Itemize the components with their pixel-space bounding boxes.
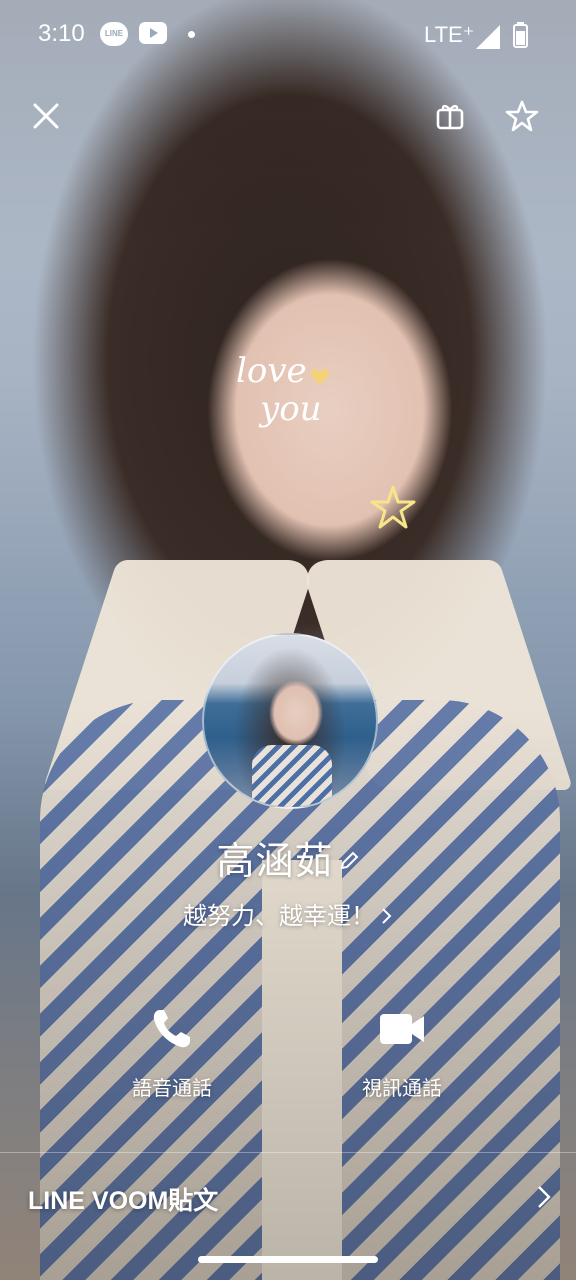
signal-icon [476,25,500,49]
chevron-right-icon [382,908,392,924]
line-voom-label: LINE VOOM貼文 [28,1187,219,1215]
voice-call-label: 語音通話 [132,1076,212,1100]
line-app-icon: LINE [100,22,128,46]
battery-icon [513,22,528,48]
profile-name-row: 高涵茹 [0,830,576,885]
avatar-photo-detail [252,745,332,807]
close-button[interactable] [26,96,66,136]
close-icon [33,103,59,129]
star-icon [505,100,539,132]
pencil-icon[interactable] [338,850,360,872]
phone-icon [153,1010,190,1048]
home-indicator[interactable] [198,1256,378,1263]
status-bar: 3:10 LINE LTE⁺ [0,0,576,72]
favorite-button[interactable] [502,96,542,136]
status-time: 3:10 [38,20,85,47]
youtube-icon [139,22,167,44]
notification-dot-icon [188,31,195,38]
gift-button[interactable] [430,96,470,136]
video-call-label: 視訊通話 [362,1076,442,1100]
profile-avatar[interactable] [202,633,378,809]
profile-screen: love you 3:10 LINE LTE⁺ [0,0,576,1280]
gift-icon [436,104,464,130]
status-message-text: 越努力、越幸運！ [183,902,375,930]
video-call-button[interactable]: 視訊通話 [327,1006,477,1101]
voice-call-button[interactable]: 語音通話 [97,1006,247,1101]
chevron-right-icon [538,1186,551,1208]
network-type: LTE⁺ [424,22,475,47]
line-voom-row[interactable]: LINE VOOM貼文 [0,1153,576,1248]
status-message[interactable]: 越努力、越幸運！ [0,896,576,931]
profile-name: 高涵茹 [216,839,334,883]
video-camera-icon [380,1014,424,1044]
